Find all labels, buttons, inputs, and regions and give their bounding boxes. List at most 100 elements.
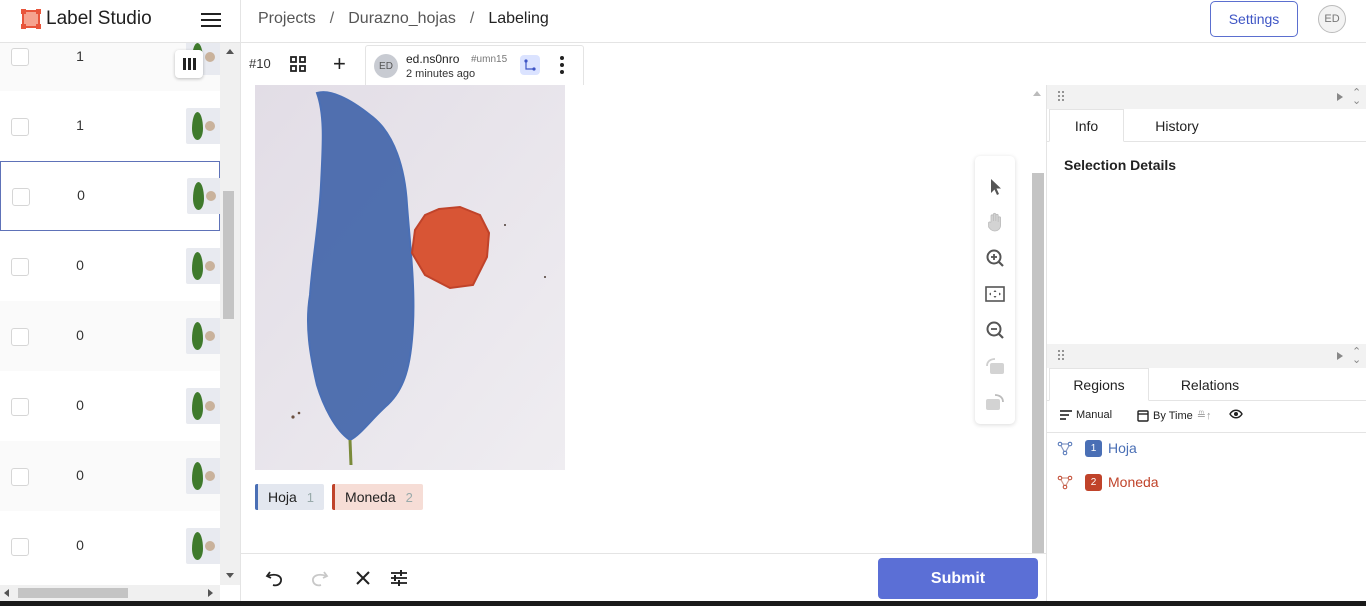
- task-row[interactable]: 0: [0, 441, 220, 511]
- task-thumbnail: [186, 108, 220, 144]
- pan-hand-icon[interactable]: [983, 210, 1007, 234]
- task-annotation-count: 0: [76, 327, 84, 343]
- tab-relations[interactable]: Relations: [1160, 368, 1260, 401]
- label-studio-logo[interactable]: [20, 8, 42, 30]
- region-item[interactable]: 1 Hoja: [1057, 437, 1357, 459]
- task-list-vertical-scrollbar[interactable]: [220, 43, 240, 585]
- scroll-down-arrow-icon[interactable]: [226, 573, 234, 578]
- leaf-image[interactable]: [255, 85, 565, 470]
- redo-icon[interactable]: [308, 567, 330, 589]
- drag-handle-icon[interactable]: [1058, 91, 1066, 103]
- task-checkbox[interactable]: [11, 258, 29, 276]
- submit-button[interactable]: Submit: [878, 558, 1038, 599]
- regions-toolbar: Manual By Time ≞↑: [1047, 399, 1366, 433]
- expand-panel-icon[interactable]: [1337, 352, 1343, 360]
- breadcrumb-projects[interactable]: Projects: [258, 10, 316, 28]
- side-panels: ⌃ ⌄ Info History Selection Details ⌃ ⌄ Reg…: [1046, 85, 1366, 601]
- task-checkbox[interactable]: [11, 118, 29, 136]
- task-checkbox[interactable]: [11, 398, 29, 416]
- region-number-badge: 1: [1085, 439, 1102, 457]
- tab-regions[interactable]: Regions: [1049, 368, 1149, 401]
- region-label: Hoja: [1108, 440, 1137, 456]
- scrollbar-thumb[interactable]: [1032, 173, 1044, 553]
- settings-button[interactable]: Settings: [1210, 1, 1298, 37]
- task-annotation-count: 1: [76, 117, 84, 133]
- task-row[interactable]: 1: [0, 91, 220, 161]
- collapse-panel-icon[interactable]: ⌃ ⌄: [1352, 88, 1361, 107]
- scrollbar-thumb[interactable]: [18, 588, 128, 598]
- sort-label: By Time: [1153, 409, 1193, 422]
- image-tools-toolbar: [975, 156, 1015, 424]
- drag-handle-icon[interactable]: [1058, 350, 1066, 362]
- task-row[interactable]: 0: [0, 371, 220, 441]
- annotation-tab[interactable]: ED ed.ns0nro #umn15 2 minutes ago: [365, 45, 584, 85]
- polygon-icon: [1057, 475, 1073, 490]
- info-panel-header[interactable]: ⌃ ⌄: [1047, 85, 1366, 109]
- fit-to-screen-icon[interactable]: [983, 282, 1007, 306]
- task-row[interactable]: 0: [0, 301, 220, 371]
- rotate-left-icon[interactable]: [983, 354, 1007, 378]
- kebab-icon[interactable]: [560, 56, 564, 74]
- bottom-toolbar: Submit: [241, 553, 1046, 601]
- list-icon: [1060, 410, 1072, 420]
- task-checkbox[interactable]: [11, 328, 29, 346]
- scroll-left-arrow-icon[interactable]: [4, 589, 9, 597]
- task-row[interactable]: 0: [0, 511, 220, 581]
- task-row[interactable]: 0: [0, 231, 220, 301]
- rotate-right-icon[interactable]: [983, 390, 1007, 414]
- close-icon[interactable]: [352, 567, 374, 589]
- header-divider: [240, 0, 241, 43]
- collapse-panel-icon[interactable]: ⌃ ⌄: [1352, 347, 1361, 366]
- grouping-label: Manual: [1076, 409, 1113, 421]
- task-checkbox[interactable]: [11, 468, 29, 486]
- label-name: Moneda: [345, 489, 396, 505]
- task-row-selected[interactable]: 0: [0, 161, 220, 231]
- plus-icon[interactable]: +: [333, 53, 346, 75]
- task-thumbnail: [186, 528, 220, 564]
- task-thumbnail: [186, 248, 220, 284]
- regions-panel-header[interactable]: ⌃ ⌄: [1047, 344, 1366, 368]
- zoom-out-icon[interactable]: [983, 318, 1007, 342]
- region-item[interactable]: 2 Moneda: [1057, 471, 1357, 493]
- relation-icon[interactable]: [520, 55, 540, 75]
- os-taskbar: [0, 601, 1366, 606]
- task-annotation-count: 0: [76, 257, 84, 273]
- image-canvas[interactable]: [241, 85, 1046, 553]
- pointer-icon[interactable]: [983, 174, 1007, 198]
- label-hotkey: 1: [306, 489, 315, 505]
- scroll-up-arrow-icon[interactable]: [226, 49, 234, 54]
- expand-panel-icon[interactable]: [1337, 93, 1343, 101]
- top-header: Label Studio Projects / Durazno_hojas / …: [0, 0, 1366, 43]
- columns-toggle-button[interactable]: [175, 50, 203, 78]
- sliders-icon[interactable]: [388, 567, 410, 589]
- breadcrumb: Projects / Durazno_hojas / Labeling: [258, 10, 549, 28]
- visibility-eye-icon[interactable]: [1229, 408, 1243, 420]
- zoom-in-icon[interactable]: [983, 246, 1007, 270]
- canvas-scrollbar[interactable]: [1031, 85, 1045, 553]
- grid-icon[interactable]: [290, 56, 306, 72]
- user-avatar[interactable]: ED: [1318, 5, 1346, 33]
- label-moneda[interactable]: Moneda 2: [332, 484, 423, 510]
- task-thumbnail: [186, 388, 220, 424]
- task-checkbox[interactable]: [12, 188, 30, 206]
- task-checkbox[interactable]: [11, 48, 29, 66]
- task-list-horizontal-scrollbar[interactable]: [0, 585, 220, 601]
- annotator-name: ed.ns0nro: [406, 52, 460, 66]
- label-hotkey: 2: [405, 489, 413, 505]
- hamburger-icon[interactable]: [200, 10, 222, 30]
- breadcrumb-project[interactable]: Durazno_hojas: [348, 10, 456, 28]
- scrollbar-thumb[interactable]: [223, 191, 234, 319]
- grouping-manual-button[interactable]: Manual: [1060, 409, 1112, 421]
- undo-icon[interactable]: [264, 567, 286, 589]
- tab-info[interactable]: Info: [1049, 109, 1124, 142]
- app-title[interactable]: Label Studio: [46, 8, 152, 30]
- task-checkbox[interactable]: [11, 538, 29, 556]
- tab-history[interactable]: History: [1137, 109, 1217, 142]
- task-annotation-count: 1: [76, 48, 84, 64]
- scroll-right-arrow-icon[interactable]: [208, 589, 213, 597]
- annotator-avatar: ED: [374, 54, 398, 78]
- sort-direction-icon[interactable]: ≞↑: [1197, 409, 1212, 422]
- info-tabs: Info History: [1047, 109, 1366, 142]
- sort-by-time-button[interactable]: By Time ≞↑: [1137, 409, 1211, 422]
- label-hoja[interactable]: Hoja 1: [255, 484, 325, 510]
